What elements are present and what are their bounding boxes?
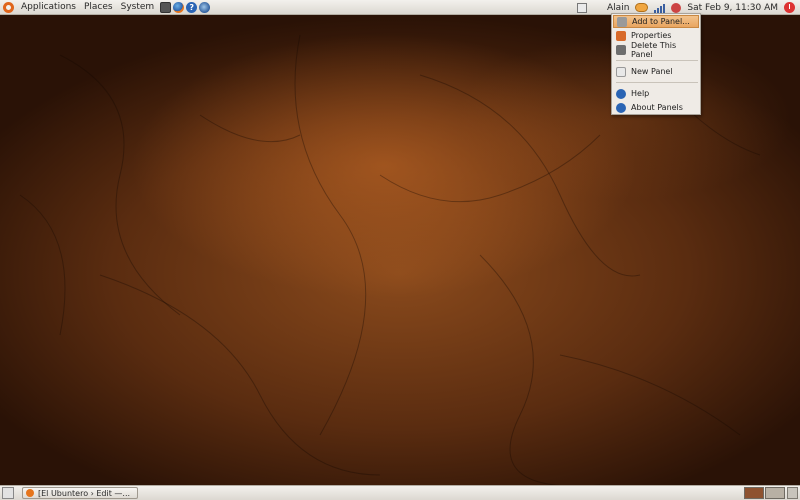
workspace-1[interactable] [744,487,764,499]
firefox-launcher-icon[interactable] [173,1,185,13]
menu-item-label: Help [631,89,650,98]
volume-icon [671,2,682,13]
notes-applet[interactable] [574,0,590,15]
menu-item-label: Add to Panel... [632,17,690,26]
weather-icon [635,3,649,12]
menu-item-help[interactable]: Help [613,87,699,100]
menu-item-label: New Panel [631,67,673,76]
menu-item-add-to-panel[interactable]: Add to Panel... [613,15,699,28]
places-menu[interactable]: Places [80,0,117,15]
delete-icon [616,44,626,55]
show-desktop-button[interactable] [2,487,14,499]
menu-item-label: Properties [631,31,672,40]
bottom-panel: [El Ubuntero › Edit —... [0,485,800,500]
system-menu[interactable]: System [117,0,159,15]
about-icon [616,102,626,113]
menu-item-new-panel[interactable]: New Panel [613,65,699,78]
mail-launcher-icon[interactable] [199,1,211,13]
applications-menu[interactable]: Applications [17,0,80,15]
help-icon [616,88,626,99]
menu-separator [616,82,698,83]
shutdown-button[interactable] [781,0,800,15]
menu-separator [616,60,698,61]
screenshot-launcher-icon[interactable] [160,1,172,13]
taskbar-window-button[interactable]: [El Ubuntero › Edit —... [22,487,138,499]
notes-icon [577,2,588,13]
panel-context-menu: Add to Panel... Properties Delete This P… [611,13,701,115]
ubuntu-logo-icon[interactable] [3,1,14,13]
properties-icon [616,30,626,41]
taskbar-window-title: [El Ubuntero › Edit —... [38,488,131,498]
power-icon [784,2,795,13]
add-icon [617,16,627,27]
new-panel-icon [616,66,626,77]
menu-item-delete-panel[interactable]: Delete This Panel [613,40,699,59]
firefox-icon [26,489,34,497]
menu-item-about-panels[interactable]: About Panels [613,101,699,114]
network-signal-icon [654,3,666,13]
menu-item-label: About Panels [631,103,683,112]
menu-item-label: Delete This Panel [631,40,677,59]
trash-icon[interactable] [787,487,798,499]
workspace-2[interactable] [765,487,785,499]
help-launcher-icon[interactable]: ? [186,1,198,13]
